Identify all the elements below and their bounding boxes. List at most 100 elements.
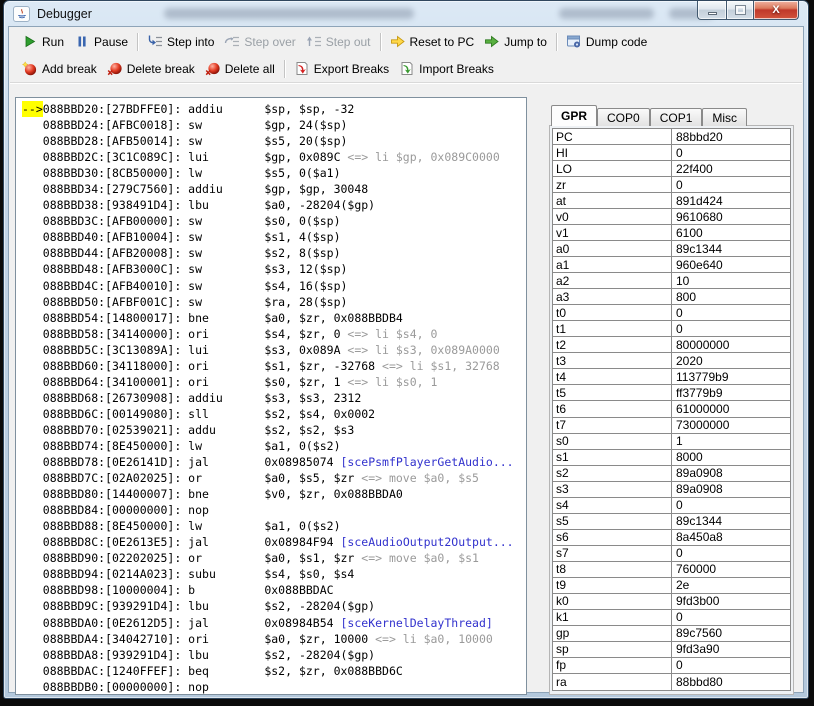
register-value[interactable]: 2e <box>672 578 790 593</box>
instruction-mnemonic: lw <box>188 518 264 534</box>
instruction-address-opcode: 088BBD98:[10000004]: <box>43 583 188 597</box>
tab-cop1[interactable]: COP1 <box>650 108 703 126</box>
register-value[interactable]: 89a0908 <box>672 466 790 481</box>
export-breaks-button[interactable]: Export Breaks <box>289 59 394 78</box>
disasm-line[interactable]: 088BBD40:[AFB10004]: sw$s1, 4($sp) <box>22 229 526 245</box>
disasm-line[interactable]: 088BBD58:[34140000]: ori$s4, $zr, 0 <=> … <box>22 326 526 342</box>
disasm-line[interactable]: 088BBD34:[279C7560]: addiu$gp, $gp, 3004… <box>22 181 526 197</box>
register-value[interactable]: ff3779b9 <box>672 385 790 400</box>
register-value[interactable]: 89c1344 <box>672 514 790 529</box>
disasm-line[interactable]: -->088BBD20:[27BDFFE0]: addiu$sp, $sp, -… <box>22 101 526 117</box>
disasm-line[interactable]: 088BBD74:[8E450000]: lw$a1, 0($s2) <box>22 438 526 454</box>
close-button[interactable]: X <box>754 1 799 20</box>
register-value[interactable]: 8000 <box>672 450 790 465</box>
disasm-line[interactable]: 088BBD80:[14400007]: bne$v0, $zr, 0x088B… <box>22 486 526 502</box>
disasm-line[interactable]: 088BBD8C:[0E2613E5]: jal0x08984F94 [sceA… <box>22 534 526 550</box>
step-over-button: Step over <box>219 32 300 51</box>
disasm-line[interactable]: 088BBD7C:[02A02025]: or$a0, $s5, $zr <=>… <box>22 470 526 486</box>
register-value[interactable]: 0 <box>672 321 790 336</box>
register-value[interactable]: 9fd3a90 <box>672 642 790 657</box>
disasm-line[interactable]: 088BBD68:[26730908]: addiu$s3, $s3, 2312 <box>22 390 526 406</box>
disasm-line[interactable]: 088BBD9C:[939291D4]: lbu$s2, -28204($gp) <box>22 598 526 614</box>
step-into-button[interactable]: Step into <box>142 32 219 51</box>
register-value[interactable]: 0 <box>672 498 790 513</box>
add-break-button[interactable]: Add break <box>17 59 102 78</box>
disasm-line[interactable]: 088BBDA8:[939291D4]: lbu$s2, -28204($gp) <box>22 647 526 663</box>
titlebar[interactable]: Debugger X <box>4 1 808 26</box>
disasm-line[interactable]: 088BBD24:[AFBC0018]: sw$gp, 24($sp) <box>22 117 526 133</box>
register-name: s6 <box>553 530 672 545</box>
register-value[interactable]: 6100 <box>672 225 790 240</box>
register-value[interactable]: 0 <box>672 177 790 192</box>
disasm-line[interactable]: 088BBD38:[938491D4]: lbu$a0, -28204($gp) <box>22 197 526 213</box>
disasm-line[interactable]: 088BBD94:[0214A023]: subu$s4, $s0, $s4 <box>22 566 526 582</box>
delete-break-button[interactable]: Delete break <box>102 59 200 78</box>
register-name: s7 <box>553 546 672 561</box>
disasm-line[interactable]: 088BBD48:[AFB3000C]: sw$s3, 12($sp) <box>22 261 526 277</box>
register-value[interactable]: 8a450a8 <box>672 530 790 545</box>
disasm-line[interactable]: 088BBDB0:[00000000]: nop <box>22 679 526 695</box>
run-button[interactable]: Run <box>17 32 69 51</box>
register-value[interactable]: 0 <box>672 658 790 673</box>
disasm-line[interactable]: 088BBD28:[AFB50014]: sw$s5, 20($sp) <box>22 133 526 149</box>
disasm-line[interactable]: 088BBD70:[02539021]: addu$s2, $s2, $s3 <box>22 422 526 438</box>
register-value[interactable]: 891d424 <box>672 193 790 208</box>
disasm-line[interactable]: 088BBD98:[10000004]: b0x088BBDAC <box>22 582 526 598</box>
disasm-line[interactable]: 088BBD6C:[00149080]: sll$s2, $s4, 0x0002 <box>22 406 526 422</box>
disasm-line[interactable]: 088BBD2C:[3C1C089C]: lui$gp, 0x089C <=> … <box>22 149 526 165</box>
register-value[interactable]: 800 <box>672 289 790 304</box>
disasm-line[interactable]: 088BBD44:[AFB20008]: sw$s2, 8($sp) <box>22 245 526 261</box>
disasm-line[interactable]: 088BBDA4:[34042710]: ori$a0, $zr, 10000 … <box>22 631 526 647</box>
minimize-button[interactable] <box>697 1 726 20</box>
register-value[interactable]: 89c7560 <box>672 626 790 641</box>
maximize-button[interactable] <box>726 1 754 20</box>
disasm-line[interactable]: 088BBD50:[AFBF001C]: sw$ra, 28($sp) <box>22 294 526 310</box>
tab-misc[interactable]: Misc <box>702 108 747 126</box>
register-value[interactable]: 0 <box>672 305 790 320</box>
register-value[interactable]: 113779b9 <box>672 369 790 384</box>
disasm-line[interactable]: 088BBD64:[34100001]: ori$s0, $zr, 1 <=> … <box>22 374 526 390</box>
register-value[interactable]: 0 <box>672 546 790 561</box>
register-value[interactable]: 1 <box>672 434 790 449</box>
reset-to-pc-icon <box>390 34 406 49</box>
disasm-line[interactable]: 088BBD88:[8E450000]: lw$a1, 0($s2) <box>22 518 526 534</box>
register-value[interactable]: 89a0908 <box>672 482 790 497</box>
import-breaks-button[interactable]: Import Breaks <box>394 59 499 78</box>
disasm-line[interactable]: 088BBD60:[34118000]: ori$s1, $zr, -32768… <box>22 358 526 374</box>
disasm-line[interactable]: 088BBDA0:[0E2612D5]: jal0x08984B54 [sceK… <box>22 615 526 631</box>
delete-all-button[interactable]: Delete all <box>200 59 280 78</box>
tab-cop0[interactable]: COP0 <box>597 108 650 126</box>
disasm-line[interactable]: 088BBDAC:[1240FFEF]: beq$s2, $zr, 0x088B… <box>22 663 526 679</box>
register-value[interactable]: 61000000 <box>672 401 790 416</box>
disassembly-panel[interactable]: -->088BBD20:[27BDFFE0]: addiu$sp, $sp, -… <box>15 97 527 695</box>
register-value[interactable]: 760000 <box>672 562 790 577</box>
reset-to-pc-button[interactable]: Reset to PC <box>385 32 480 51</box>
pause-button[interactable]: Pause <box>69 32 133 51</box>
register-value[interactable]: 0 <box>672 610 790 625</box>
disasm-line[interactable]: 088BBD3C:[AFB00000]: sw$s0, 0($sp) <box>22 213 526 229</box>
register-value[interactable]: 0 <box>672 145 790 160</box>
register-value[interactable]: 9fd3b00 <box>672 594 790 609</box>
register-value[interactable]: 88bbd20 <box>672 129 790 144</box>
register-value[interactable]: 9610680 <box>672 209 790 224</box>
register-name: v0 <box>553 209 672 224</box>
jump-to-button[interactable]: Jump to <box>479 32 552 51</box>
register-value[interactable]: 960e640 <box>672 257 790 272</box>
disasm-line[interactable]: 088BBD30:[8CB50000]: lw$s5, 0($a1) <box>22 165 526 181</box>
tab-gpr[interactable]: GPR <box>551 105 597 126</box>
register-value[interactable]: 73000000 <box>672 418 790 433</box>
disasm-line[interactable]: 088BBD84:[00000000]: nop <box>22 502 526 518</box>
register-value[interactable]: 88bbd80 <box>672 674 790 690</box>
disasm-line[interactable]: 088BBD90:[02202025]: or$a0, $s1, $zr <=>… <box>22 550 526 566</box>
register-value[interactable]: 2020 <box>672 353 790 368</box>
disasm-line[interactable]: 088BBD5C:[3C13089A]: lui$s3, 0x089A <=> … <box>22 342 526 358</box>
marker-space <box>22 133 43 149</box>
dump-code-button[interactable]: Dump code <box>561 32 652 51</box>
register-value[interactable]: 22f400 <box>672 161 790 176</box>
register-value[interactable]: 10 <box>672 273 790 288</box>
disasm-line[interactable]: 088BBD4C:[AFB40010]: sw$s4, 16($sp) <box>22 278 526 294</box>
disasm-line[interactable]: 088BBD78:[0E26141D]: jal0x08985074 [sceP… <box>22 454 526 470</box>
disasm-line[interactable]: 088BBD54:[14800017]: bne$a0, $zr, 0x088B… <box>22 310 526 326</box>
register-value[interactable]: 80000000 <box>672 337 790 352</box>
register-value[interactable]: 89c1344 <box>672 241 790 256</box>
